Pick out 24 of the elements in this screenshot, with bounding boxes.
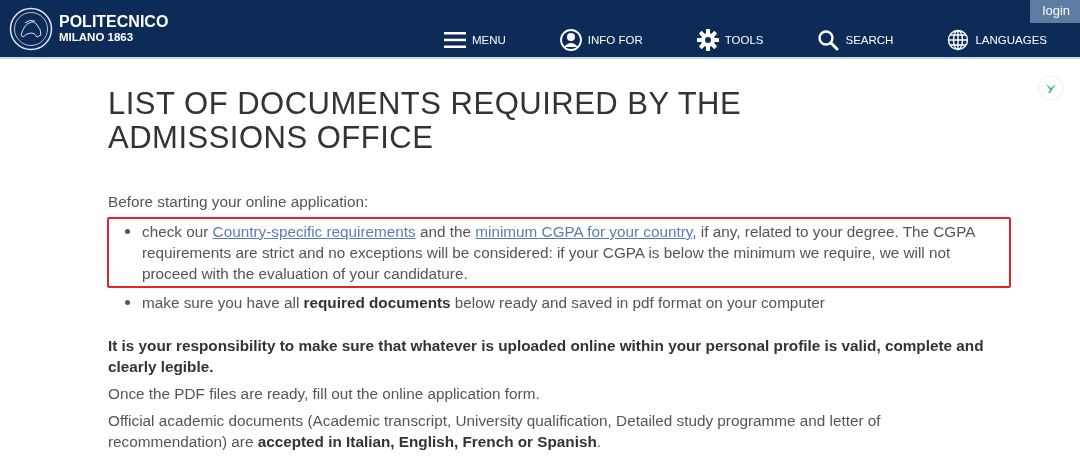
nav-link[interactable]: TOOLS [696, 29, 764, 51]
logo-title[interactable]: POLITECNICO [59, 13, 169, 31]
bullet-text: check our Country-specific requirements and the minimum CGPA for your country, if any, related to your degree. The CGPA requirements are strict and no exceptions will be considered: if your CGPA is below the minimum we require, we will not proceed with the evaluation of your candidature. [142, 222, 977, 284]
globe-icon [947, 29, 970, 51]
bullet-icon [125, 300, 130, 305]
search-icon [817, 29, 840, 51]
body-paragraph: It is your responsibility to make sure that whatever is uploaded online within your personal profile is valid, complete and clearly legible. [108, 336, 985, 377]
seal-logo-icon[interactable] [9, 6, 53, 51]
login-button[interactable]: login [1029, 0, 1080, 23]
body-paragraph: Once the PDF files are ready, fill out the online application form. [108, 384, 541, 404]
intro-text: Before starting your online application: [108, 192, 370, 212]
logo-subtitle[interactable]: MILANO 1863 [59, 31, 169, 44]
settings-icon [696, 29, 719, 51]
nav-link[interactable]: LANGUAGES [947, 29, 1047, 51]
text-link[interactable]: Country-specific requirements [212, 223, 416, 240]
nav-link[interactable]: SEARCH [817, 29, 894, 51]
bullet-text: make sure you have all required documents below ready and saved in pdf format on your computer [142, 293, 825, 313]
menu-icon [443, 32, 466, 48]
body-paragraph: Official academic documents (Academic transcript, University qualification, Detailed study programme and letter of recommendation) are accepted in Italian, English, French or Spanish. [108, 411, 882, 452]
nav-link[interactable]: INFO FOR [559, 29, 643, 51]
page-title: LIST OF DOCUMENTS REQUIRED BY THE ADMISSIONS OFFICE [108, 87, 743, 155]
bullet-icon [125, 229, 130, 234]
person-icon [559, 29, 582, 51]
nav-link[interactable]: MENU [443, 29, 506, 51]
